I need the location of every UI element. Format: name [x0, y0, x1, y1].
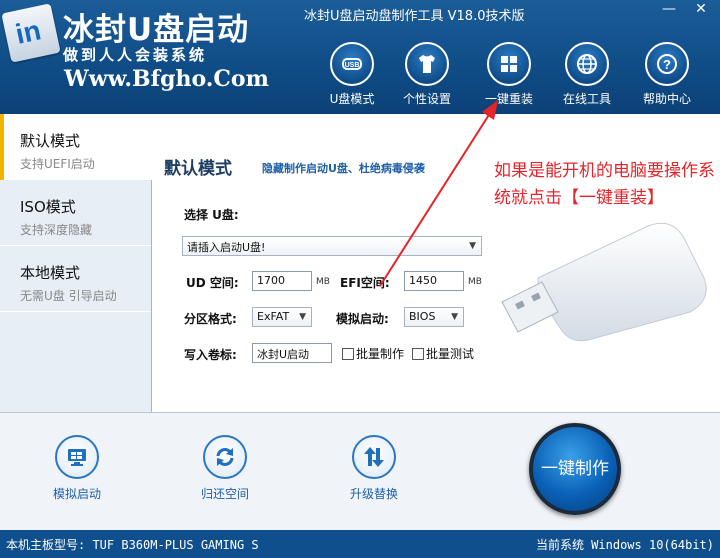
nav-label: 帮助中心: [642, 92, 691, 106]
checkbox-box: [342, 348, 354, 360]
sidebar-item-title: 本地模式: [20, 264, 81, 282]
boot-mode-value: BIOS: [409, 310, 436, 323]
sidebar-item-iso-mode[interactable]: ISO模式 支持深度隐藏: [0, 180, 151, 246]
tshirt-icon: [405, 42, 449, 86]
close-button[interactable]: ✕: [686, 0, 716, 20]
upgrade-replace-button[interactable]: 升级替换: [329, 435, 419, 502]
partition-format-select[interactable]: ExFAT ▼: [252, 307, 312, 327]
current-system: 当前系统 Windows 10(64bit): [535, 538, 714, 552]
boot-mode-select[interactable]: BIOS ▼: [404, 307, 464, 327]
svg-text:USB: USB: [345, 62, 360, 69]
nav-label: 在线工具: [562, 92, 611, 106]
instruction-annotation: 如果是能开机的电脑要操作系统就点击【一键重装】: [494, 161, 715, 208]
sidebar-item-local-mode[interactable]: 本地模式 无需U盘 引导启动: [0, 246, 151, 312]
restore-space-label: 归还空间: [200, 487, 249, 501]
minimize-button[interactable]: —: [654, 0, 684, 20]
one-click-make-button[interactable]: 一键制作: [529, 423, 621, 515]
volume-label-label: 写入卷标:: [184, 348, 237, 362]
app-name: 冰封U盘启动: [63, 12, 250, 48]
sidebar-item-subtitle: 无需U盘 引导启动: [20, 289, 117, 303]
batch-make-checkbox[interactable]: 批量制作: [342, 345, 404, 362]
svg-text:?: ?: [663, 57, 671, 72]
batch-make-label: 批量制作: [356, 347, 405, 361]
motherboard-model: 本机主板型号: TUF B360M-PLUS GAMING S: [6, 538, 259, 552]
usb-icon: USB: [330, 42, 374, 86]
app-logo: in: [1, 3, 61, 63]
restore-space-button[interactable]: 归还空间: [180, 435, 270, 502]
volume-label-input[interactable]: 冰封U启动: [252, 343, 332, 363]
chevron-down-icon: ▼: [451, 312, 458, 322]
globe-icon: [565, 42, 609, 86]
monitor-icon: [55, 435, 99, 479]
refresh-icon: [203, 435, 247, 479]
app-url: Www.Bfgho.Com: [64, 66, 269, 92]
partition-format-label: 分区格式:: [184, 312, 237, 326]
windows-icon: [487, 42, 531, 86]
ud-space-unit: MB: [316, 277, 330, 287]
sidebar-item-title: ISO模式: [20, 198, 76, 216]
simulate-boot-button[interactable]: 模拟启动: [32, 435, 122, 502]
batch-test-label: 批量测试: [426, 347, 475, 361]
sidebar-item-title: 默认模式: [20, 132, 81, 150]
logo-text: in: [12, 14, 44, 50]
partition-format-value: ExFAT: [257, 310, 290, 323]
checkbox-box: [412, 348, 424, 360]
help-icon: ?: [645, 42, 689, 86]
status-bar: 本机主板型号: TUF B360M-PLUS GAMING S 当前系统 Win…: [0, 530, 720, 558]
mode-sidebar: 默认模式 支持UEFI启动 ISO模式 支持深度隐藏 本地模式 无需U盘 引导启…: [0, 114, 153, 412]
sidebar-item-default-mode[interactable]: 默认模式 支持UEFI启动: [0, 114, 153, 180]
nav-online-tools[interactable]: 在线工具: [555, 42, 619, 108]
action-toolbar: 模拟启动 归还空间 升级替换 一键制作: [0, 412, 720, 530]
disk-select-value: 请插入启动U盘!: [187, 241, 266, 254]
ud-space-label: UD 空间:: [186, 276, 239, 290]
boot-mode-label: 模拟启动:: [336, 312, 389, 326]
section-title: 默认模式: [164, 159, 232, 179]
app-slogan: 做到人人会装系统: [63, 46, 208, 64]
up-down-arrows-icon: [352, 435, 396, 479]
chevron-down-icon: ▼: [299, 312, 306, 322]
sidebar-item-subtitle: 支持深度隐藏: [20, 223, 93, 237]
annotation-arrow: [379, 100, 498, 287]
title-bar: in 冰封U盘启动 做到人人会装系统 Www.Bfgho.Com 冰封U盘启动盘…: [0, 0, 720, 114]
upgrade-replace-label: 升级替换: [349, 487, 398, 501]
usb-drive-illustration: [501, 222, 707, 342]
window-title: 冰封U盘启动盘制作工具 V18.0技术版: [304, 9, 525, 24]
nav-help-center[interactable]: ? 帮助中心: [635, 42, 699, 108]
sidebar-item-subtitle: 支持UEFI启动: [20, 157, 95, 171]
simulate-boot-label: 模拟启动: [52, 487, 101, 501]
batch-test-checkbox[interactable]: 批量测试: [412, 345, 474, 362]
select-disk-label: 选择 U盘:: [184, 208, 239, 222]
ud-space-input[interactable]: 1700: [252, 271, 312, 291]
